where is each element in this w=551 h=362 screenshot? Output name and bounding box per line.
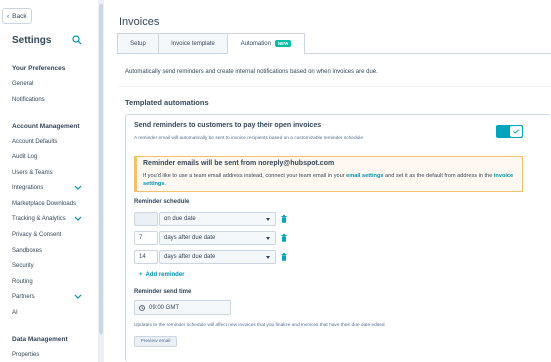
send-time-input[interactable]: 09:00 GMT: [134, 300, 231, 315]
callout-text: and set it as the default from address i…: [383, 173, 494, 179]
sidebar-item-sandboxes[interactable]: Sandboxes: [12, 248, 42, 254]
schedule-note: Updates to the reminder schedule will af…: [134, 323, 386, 328]
intro-text: Automatically send reminders and create …: [125, 69, 378, 75]
trash-icon[interactable]: [281, 234, 287, 242]
sidebar-scrollbar-thumb[interactable]: [99, 4, 103, 334]
tab-setup[interactable]: Setup: [117, 33, 159, 54]
tab-label: Setup: [130, 40, 146, 47]
tab-label: Invoice template: [171, 40, 215, 47]
sidebar-item-privacy-consent[interactable]: Privacy & Consent: [12, 232, 61, 238]
sidebar-item-tracking-analytics[interactable]: Tracking & Analytics: [12, 216, 66, 222]
new-badge: NEW: [274, 40, 292, 47]
nav-heading-preferences: Your Preferences: [12, 65, 66, 72]
reminder-schedule-label: Reminder schedule: [134, 199, 190, 205]
callout-body: If you'd like to use a team email addres…: [143, 172, 517, 188]
caret-down-icon: [266, 218, 270, 221]
trash-icon[interactable]: [281, 253, 287, 261]
chevron-left-icon: ‹: [7, 12, 10, 20]
card-title: Send reminders to customers to pay their…: [134, 122, 322, 129]
clock-icon: [139, 304, 145, 311]
caret-down-icon: [266, 256, 270, 259]
schedule-select[interactable]: days after due date: [159, 250, 276, 264]
settings-title: Settings: [12, 35, 52, 46]
back-button[interactable]: ‹ Back: [2, 8, 32, 24]
chevron-down-icon[interactable]: [74, 294, 82, 300]
add-reminder-button[interactable]: + Add reminder: [139, 272, 185, 278]
section-title: Templated automations: [125, 98, 209, 107]
select-value: days after due date: [164, 254, 216, 260]
tab-bar: Setup Invoice template Automation NEW: [117, 33, 305, 54]
search-icon[interactable]: [72, 35, 82, 45]
toggle-knob: [510, 126, 522, 137]
callout-text: If you'd like to use a team email addres…: [143, 173, 347, 179]
select-value: days after due date: [164, 235, 216, 241]
sidebar-item-general[interactable]: General: [12, 81, 33, 87]
email-settings-link[interactable]: email settings: [346, 173, 383, 179]
tab-automation[interactable]: Automation NEW: [227, 33, 305, 54]
sidebar-item-security[interactable]: Security: [12, 263, 34, 269]
chevron-down-icon[interactable]: [74, 185, 82, 191]
callout-text: .: [164, 181, 167, 187]
days-input[interactable]: 14: [134, 250, 158, 264]
card-subtitle: A reminder email will automatically be s…: [134, 136, 364, 141]
add-reminder-label: Add reminder: [145, 272, 185, 278]
schedule-select[interactable]: days after due date: [159, 231, 276, 245]
check-icon: [513, 129, 519, 134]
plus-icon: +: [139, 272, 143, 278]
sidebar-item-routing[interactable]: Routing: [12, 279, 33, 285]
sidebar-item-marketplace-downloads[interactable]: Marketplace Downloads: [12, 201, 76, 207]
tab-invoice-template[interactable]: Invoice template: [158, 33, 228, 54]
sidebar-item-partners[interactable]: Partners: [12, 294, 35, 300]
callout-title: Reminder emails will be sent from norepl…: [143, 160, 335, 167]
select-value: on due date: [164, 216, 196, 222]
preview-email-button[interactable]: Preview email: [134, 336, 177, 347]
sidebar-item-integrations[interactable]: Integrations: [12, 185, 43, 191]
send-time-value: 09:00 GMT: [149, 304, 180, 311]
days-input: [134, 212, 158, 226]
trash-icon[interactable]: [281, 215, 287, 223]
days-input[interactable]: 7: [134, 231, 158, 245]
sidebar-item-properties[interactable]: Properties: [12, 352, 39, 358]
schedule-select[interactable]: on due date: [159, 212, 276, 226]
sidebar-item-notifications[interactable]: Notifications: [12, 97, 45, 103]
sidebar-item-ai[interactable]: AI: [12, 310, 18, 316]
divider: [119, 86, 551, 87]
sidebar-item-account-defaults[interactable]: Account Defaults: [12, 139, 57, 145]
sidebar-item-audit-log[interactable]: Audit Log: [12, 154, 37, 160]
tab-label: Automation: [240, 40, 271, 47]
send-time-label: Reminder send time: [134, 289, 192, 295]
sidebar-item-users-teams[interactable]: Users & Teams: [12, 170, 53, 176]
nav-heading-data-management: Data Management: [12, 336, 68, 343]
automation-toggle[interactable]: [496, 125, 523, 138]
nav-heading-account-management: Account Management: [12, 123, 80, 130]
caret-down-icon: [266, 237, 270, 240]
settings-sidebar: ‹ Back Settings Your Preferences General…: [0, 0, 104, 362]
back-button-label: Back: [12, 12, 27, 20]
page-title: Invoices: [119, 16, 160, 28]
chevron-down-icon[interactable]: [74, 216, 82, 222]
